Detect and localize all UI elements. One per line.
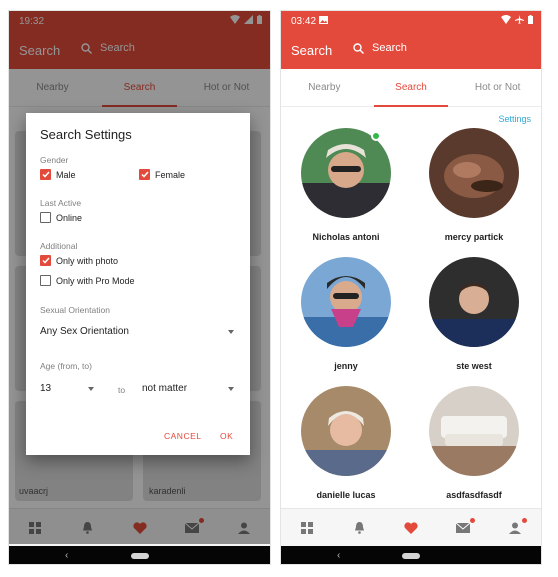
notification-badge xyxy=(470,518,475,523)
check-icon xyxy=(41,257,50,264)
bottom-nav xyxy=(281,508,541,546)
app-title: Search xyxy=(291,43,333,58)
avatar xyxy=(429,257,519,347)
nav-profile[interactable] xyxy=(489,509,541,546)
male-label: Male xyxy=(56,169,76,180)
cancel-button[interactable]: CANCEL xyxy=(164,431,201,441)
mail-icon xyxy=(456,522,470,533)
age-from-dropdown[interactable]: 13 xyxy=(40,383,96,399)
chevron-down-icon xyxy=(228,387,234,391)
left-phone-screen: 19:32 Search Search Nearby Search Hot or… xyxy=(8,10,271,565)
checkbox-box xyxy=(139,169,150,180)
checkbox-box xyxy=(40,212,51,223)
notification-badge xyxy=(522,518,527,523)
gender-label: Gender xyxy=(40,155,69,165)
image-notification-icon xyxy=(319,16,328,24)
avatar xyxy=(301,128,391,218)
user-card[interactable]: mercy partick xyxy=(415,128,533,242)
username: danielle lucas xyxy=(316,490,376,500)
user-card[interactable]: ste west xyxy=(415,257,533,371)
nav-notifications[interactable] xyxy=(333,509,385,546)
avatar xyxy=(429,128,519,218)
battery-icon xyxy=(528,15,533,24)
check-icon xyxy=(41,171,50,178)
checkbox-box xyxy=(40,255,51,266)
bell-icon xyxy=(354,522,364,534)
search-input[interactable]: Search xyxy=(353,42,407,54)
username: mercy partick xyxy=(444,232,504,242)
settings-link[interactable]: Settings xyxy=(498,114,531,124)
nav-grid[interactable] xyxy=(281,509,333,546)
online-indicator xyxy=(371,131,381,141)
checkbox-box xyxy=(40,169,51,180)
system-nav-bar: ‹ xyxy=(9,546,270,564)
age-to-value: not matter xyxy=(142,383,188,394)
avatar xyxy=(301,386,391,476)
only-with-photo-checkbox[interactable]: Only with photo xyxy=(40,255,118,266)
male-checkbox[interactable]: Male xyxy=(40,169,76,180)
search-settings-dialog: Search Settings Gender Male Female Last … xyxy=(26,113,250,455)
status-time: 03:42 xyxy=(291,16,317,27)
airplane-icon xyxy=(515,15,524,24)
search-placeholder: Search xyxy=(372,42,407,54)
last-active-label: Last Active xyxy=(40,198,82,208)
tab-search[interactable]: Search xyxy=(368,69,455,107)
age-from-value: 13 xyxy=(40,383,52,394)
back-button[interactable]: ‹ xyxy=(337,550,340,561)
tab-bar: Nearby Search Hot or Not xyxy=(281,69,541,107)
dialog-title: Search Settings xyxy=(40,127,132,142)
age-to-dropdown[interactable]: not matter xyxy=(142,383,236,399)
username: Nicholas antoni xyxy=(312,232,380,242)
nav-favorites[interactable] xyxy=(385,509,437,546)
orientation-dropdown[interactable]: Any Sex Orientation xyxy=(40,326,236,342)
check-icon xyxy=(140,171,149,178)
tab-nearby[interactable]: Nearby xyxy=(281,69,368,106)
back-button[interactable]: ‹ xyxy=(65,550,68,561)
orientation-value: Any Sex Orientation xyxy=(40,326,129,337)
only-with-pro-label: Only with Pro Mode xyxy=(56,275,135,286)
avatar xyxy=(301,257,391,347)
checkbox-box xyxy=(40,275,51,286)
age-label: Age (from, to) xyxy=(40,361,92,371)
wifi-icon xyxy=(501,15,511,24)
home-button[interactable] xyxy=(130,553,149,559)
online-label: Online xyxy=(56,212,83,223)
right-phone-screen: 03:42 Search Search Nearby Search Hot or… xyxy=(280,10,542,565)
orientation-label: Sexual Orientation xyxy=(40,305,110,315)
female-label: Female xyxy=(155,169,186,180)
person-icon xyxy=(509,522,521,534)
username: jenny xyxy=(334,361,358,371)
heart-icon xyxy=(404,521,418,534)
ok-button[interactable]: OK xyxy=(220,431,233,441)
age-to-word: to xyxy=(118,385,126,395)
username: ste west xyxy=(456,361,492,371)
nav-messages[interactable] xyxy=(437,509,489,546)
app-bar: Search Search xyxy=(281,33,541,69)
user-card[interactable]: Nicholas antoni xyxy=(287,128,405,242)
online-checkbox[interactable]: Online xyxy=(40,212,82,223)
user-card[interactable]: asdfasdfasdf xyxy=(415,386,533,500)
additional-label: Additional xyxy=(40,241,78,251)
username: asdfasdfasdf xyxy=(446,490,502,500)
user-card[interactable]: jenny xyxy=(287,257,405,371)
grid-icon xyxy=(301,521,313,534)
chevron-down-icon xyxy=(228,330,234,334)
status-bar: 03:42 xyxy=(281,11,541,33)
female-checkbox[interactable]: Female xyxy=(139,169,185,180)
only-with-pro-checkbox[interactable]: Only with Pro Mode xyxy=(40,275,135,286)
avatar xyxy=(429,386,519,476)
tab-hot-or-not[interactable]: Hot or Not xyxy=(454,69,541,106)
search-icon xyxy=(353,42,364,54)
user-card[interactable]: danielle lucas xyxy=(287,386,405,500)
home-button[interactable] xyxy=(402,553,420,559)
system-nav-bar: ‹ xyxy=(281,546,541,564)
only-with-photo-label: Only with photo xyxy=(56,255,119,266)
chevron-down-icon xyxy=(88,387,94,391)
